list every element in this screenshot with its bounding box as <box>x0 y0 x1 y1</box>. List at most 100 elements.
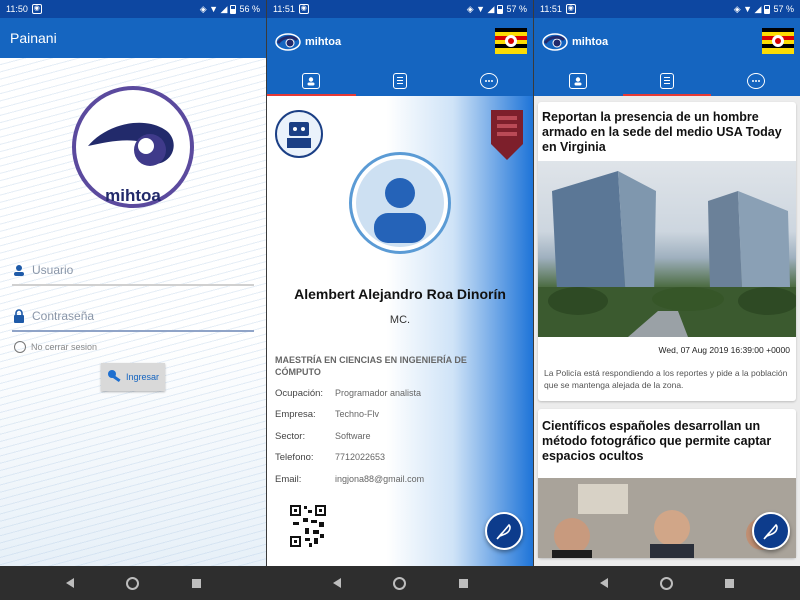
tab-news[interactable] <box>356 66 445 96</box>
recent-apps-icon[interactable] <box>458 578 468 588</box>
recent-apps-icon[interactable] <box>725 578 734 588</box>
user-icon <box>12 263 26 277</box>
remember-radio[interactable] <box>14 341 26 353</box>
tab-profile[interactable] <box>267 66 356 96</box>
info-label: Sector: <box>275 431 306 442</box>
news-tab-icon <box>393 73 407 89</box>
signal-icon: ◈ ▼ ◢ <box>466 3 495 14</box>
person-title: MC. <box>389 314 411 326</box>
login-screen: 11:50 ◉ ◈ ▼ ◢ 56 % Painani mihtoa No ce <box>0 0 266 566</box>
compose-button[interactable] <box>485 512 523 550</box>
lock-icon <box>12 309 26 323</box>
signal-icon: ◈ ▼ ◢ <box>733 3 762 14</box>
profile-tab-icon <box>569 73 588 89</box>
news-date: Wed, 07 Aug 2019 16:39:00 +0000 <box>658 345 790 355</box>
app-title: Painani <box>10 30 57 46</box>
info-label: Email: <box>275 474 302 485</box>
tab-news[interactable] <box>622 66 712 96</box>
robot-emblem-icon <box>275 110 323 158</box>
logo-swirl-icon <box>88 122 174 166</box>
back-icon[interactable] <box>600 578 608 588</box>
status-bar: 11:50 ◉ ◈ ▼ ◢ 56 % <box>0 0 266 18</box>
news-image <box>538 161 796 337</box>
info-value[interactable]: 7712022653 <box>335 452 385 463</box>
info-label: Empresa: <box>275 409 316 420</box>
app-bar: Painani <box>0 18 266 58</box>
home-icon[interactable] <box>660 576 673 590</box>
news-description: La Policía está respondiendo a los repor… <box>544 368 788 390</box>
info-value: Software <box>335 431 371 441</box>
compose-button[interactable] <box>752 512 790 550</box>
tab-bar <box>534 66 800 96</box>
person-name: Alembert Alejandro Roa Dinorín <box>294 286 506 302</box>
tab-profile[interactable] <box>534 66 623 96</box>
tab-bar <box>267 66 533 96</box>
login-button[interactable]: Ingresar <box>101 363 165 391</box>
battery-icon <box>497 4 504 14</box>
news-card[interactable]: Reportan la presencia de un hombre armad… <box>538 102 796 401</box>
chat-tab-icon <box>746 73 765 89</box>
sector-row: Sector: Software <box>275 431 371 442</box>
signal-icon: ◈ ▼ ◢ <box>199 3 228 14</box>
tab-chat[interactable] <box>711 66 800 96</box>
info-value[interactable]: ingjona88@gmail.com <box>335 474 424 485</box>
info-label: Telefono: <box>275 452 314 463</box>
person-placeholder-icon <box>374 178 426 243</box>
status-bar: 11:51 ◉ ◈ ▼ ◢ 57 % <box>534 0 800 18</box>
building-photo <box>538 171 796 337</box>
back-icon[interactable] <box>66 578 75 588</box>
chat-tab-icon <box>479 73 498 89</box>
password-input[interactable] <box>32 309 232 323</box>
flag-icon <box>762 28 794 54</box>
username-field[interactable] <box>12 256 254 286</box>
phone-row: Telefono: 7712022653 <box>275 452 385 463</box>
brand-logo: mihtoa <box>275 33 341 51</box>
notification-icon: ◉ <box>298 4 309 14</box>
system-nav-bar <box>0 566 800 600</box>
battery-level: 57 % <box>773 4 794 14</box>
company-row: Empresa: Techno-Flv <box>275 409 379 420</box>
news-title[interactable]: Científicos españoles desarrollan un mét… <box>538 409 796 478</box>
qr-code <box>289 504 327 548</box>
info-label: Ocupación: <box>275 388 324 399</box>
status-bar: 11:51 ◉ ◈ ▼ ◢ 57 % <box>267 0 533 18</box>
status-time: 11:51 <box>540 4 562 14</box>
news-list: Reportan la presencia de un hombre armad… <box>534 96 800 566</box>
tab-chat[interactable] <box>444 66 533 96</box>
back-icon[interactable] <box>333 578 342 588</box>
battery-icon <box>230 4 237 14</box>
profile-screen: 11:51 ◉ ◈ ▼ ◢ 57 % mihtoa Alembert Aleja… <box>267 0 533 566</box>
status-time: 11:50 <box>6 4 28 14</box>
key-icon <box>107 369 123 385</box>
occupation-row: Ocupación: Programador analista <box>275 388 421 399</box>
news-title[interactable]: Reportan la presencia de un hombre armad… <box>538 102 796 161</box>
username-input[interactable] <box>32 263 232 277</box>
email-row: Email: ingjona88@gmail.com <box>275 474 424 485</box>
profile-tab-icon <box>302 73 321 89</box>
notification-icon: ◉ <box>31 4 42 14</box>
flag-icon <box>495 28 527 54</box>
info-value: Programador analista <box>335 388 422 398</box>
feather-icon <box>496 523 511 540</box>
mihtoa-logo: mihtoa <box>72 86 194 208</box>
news-tab-icon <box>660 73 674 89</box>
logo-text: mihtoa <box>105 186 161 205</box>
app-bar: mihtoa <box>534 18 800 66</box>
home-icon[interactable] <box>393 576 407 590</box>
remember-label: No cerrar sesion <box>31 342 98 352</box>
info-value: Techno-Flv <box>335 409 380 419</box>
brand-logo: mihtoa <box>542 33 608 51</box>
battery-level: 56 % <box>239 4 260 14</box>
home-icon[interactable] <box>126 576 140 590</box>
institution-emblem-icon <box>491 110 523 160</box>
brand-name: mihtoa <box>572 36 609 48</box>
feather-icon <box>763 523 778 540</box>
battery-icon <box>764 4 771 14</box>
brand-name: mihtoa <box>305 36 342 48</box>
news-screen: 11:51 ◉ ◈ ▼ ◢ 57 % mihtoa Reportan la pr… <box>534 0 800 566</box>
avatar <box>349 152 451 254</box>
remember-session[interactable]: No cerrar sesion <box>14 341 97 353</box>
degree: MAESTRÍA EN CIENCIAS EN INGENIERÍA DE CÓ… <box>275 355 467 377</box>
password-field[interactable] <box>12 302 254 332</box>
recent-apps-icon[interactable] <box>191 578 201 588</box>
